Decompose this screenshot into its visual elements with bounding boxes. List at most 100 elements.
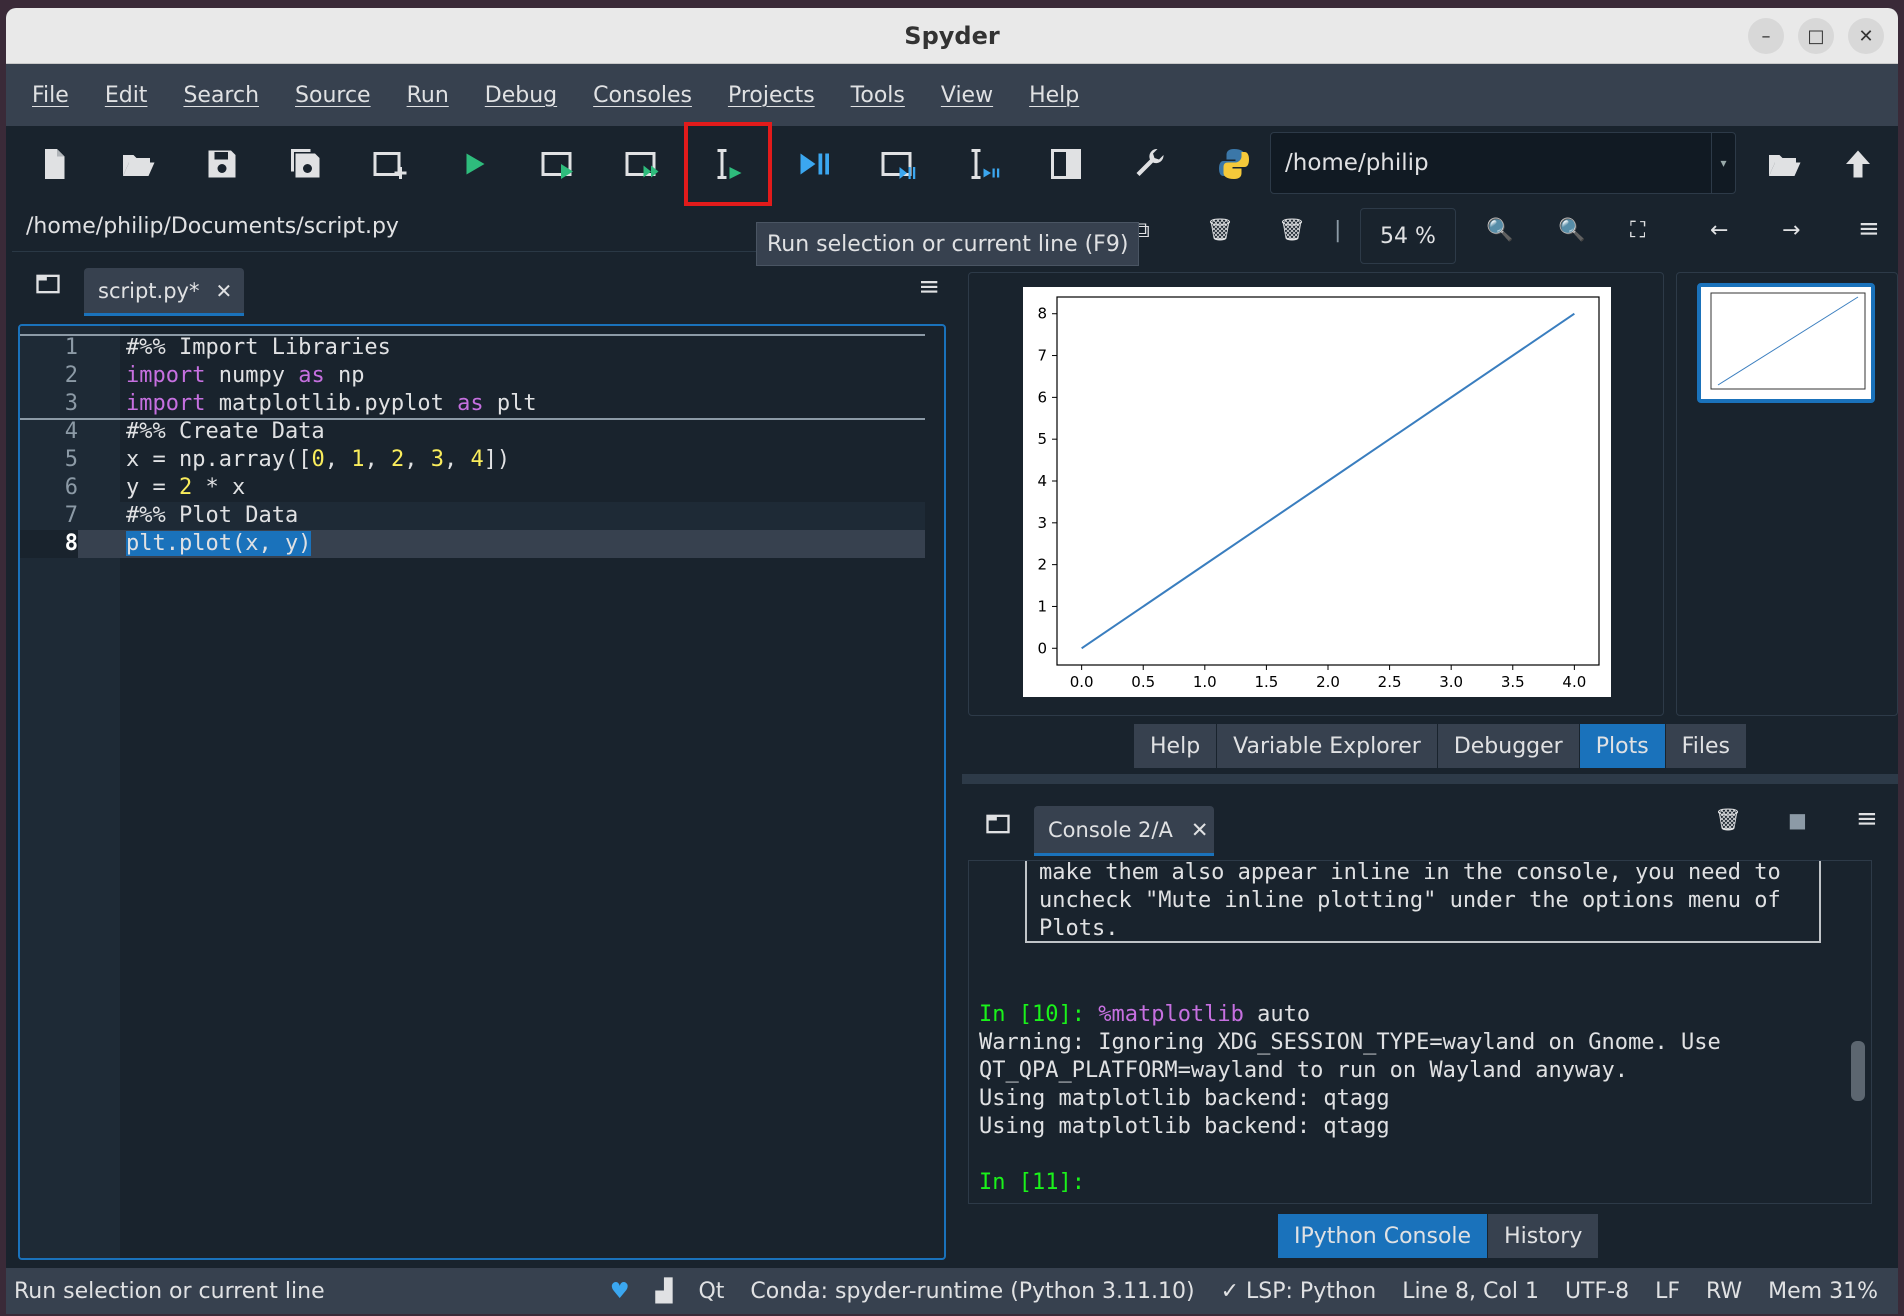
run-cell-icon: [541, 152, 573, 179]
menu-help[interactable]: Help: [1029, 83, 1079, 108]
stop-icon[interactable]: ■: [1788, 808, 1807, 832]
run-selection-icon: [717, 149, 742, 179]
run-file-button[interactable]: [444, 134, 504, 194]
zoom-in-icon[interactable]: 🔍: [1558, 218, 1585, 243]
status-conda[interactable]: Conda: spyder-runtime (Python 3.11.10): [750, 1279, 1194, 1304]
plots-toolbar: Run selection or current line (F9) ⧉ 🗑 🗑…: [756, 202, 1898, 266]
browse-tabs-icon[interactable]: [984, 810, 1012, 842]
browse-directory-button[interactable]: [1754, 134, 1814, 194]
python-path-manager-button[interactable]: [1204, 134, 1264, 194]
check-icon: ✓: [1220, 1278, 1240, 1304]
y-tick-label: 5: [1037, 430, 1047, 448]
tab-label: script.py*: [98, 278, 200, 303]
arrow-left-icon[interactable]: ←: [1710, 218, 1728, 243]
debug-file-button[interactable]: [784, 134, 844, 194]
maximize-pane-button[interactable]: [1036, 134, 1096, 194]
new-file-button[interactable]: [24, 134, 84, 194]
trash-icon[interactable]: 🗑: [1714, 808, 1742, 833]
console-output: In [10]: %matplotlib auto Warning: Ignori…: [979, 1001, 1721, 1197]
run-selection-button[interactable]: [684, 122, 772, 206]
menu-run[interactable]: Run: [407, 83, 449, 108]
tooltip: Run selection or current line (F9): [756, 222, 1140, 266]
minimize-button[interactable]: –: [1748, 18, 1784, 54]
new-cell-button[interactable]: [360, 134, 420, 194]
console-text: Using matplotlib backend: qtagg: [979, 1086, 1390, 1111]
code-line: 3 import matplotlib.pyplot as plt: [64, 391, 537, 416]
tab-ipython-console[interactable]: IPython Console: [1278, 1214, 1489, 1258]
parent-directory-button[interactable]: [1828, 134, 1888, 194]
arrow-right-icon[interactable]: →: [1782, 218, 1800, 243]
plots-options-menu-icon[interactable]: ≡: [1858, 214, 1880, 244]
close-icon[interactable]: ✕: [215, 279, 232, 303]
chevron-down-icon[interactable]: ▾: [1711, 133, 1735, 193]
x-tick-label: 1.5: [1254, 673, 1278, 691]
code-editor[interactable]: 1 #%% Import Libraries 2 import numpy as n…: [18, 324, 946, 1260]
editor-options-menu-icon[interactable]: ≡: [918, 272, 940, 302]
folder-open-icon: [123, 155, 155, 176]
trash-icon[interactable]: 🗑: [1206, 218, 1234, 243]
pane-splitter[interactable]: [952, 202, 960, 1260]
debug-selection-icon: [971, 149, 1000, 179]
y-tick-label: 0: [1037, 639, 1047, 657]
zoom-out-icon[interactable]: 🔍: [1486, 218, 1513, 243]
menu-tools[interactable]: Tools: [851, 83, 905, 108]
console-options-menu-icon[interactable]: ≡: [1856, 804, 1878, 834]
status-lsp[interactable]: LSP: Python: [1246, 1279, 1376, 1304]
chart-icon[interactable]: ▟: [656, 1279, 673, 1304]
menu-edit[interactable]: Edit: [105, 83, 148, 108]
run-cell-advance-button[interactable]: [612, 134, 672, 194]
code-line: 4 #%% Create Data: [64, 419, 325, 444]
menu-source[interactable]: Source: [295, 83, 371, 108]
ipython-console[interactable]: make them also appear inline in the cons…: [968, 860, 1872, 1204]
working-directory-value: /home/philip: [1285, 150, 1429, 176]
status-qt: Qt: [698, 1278, 725, 1304]
tab-variable-explorer[interactable]: Variable Explorer: [1217, 724, 1438, 768]
main-toolbar: /home/philip ▾: [6, 122, 1898, 206]
plot-thumbnail[interactable]: [1697, 283, 1875, 403]
editor-pane: /home/philip/Documents/script.py script.…: [12, 202, 950, 1260]
menu-projects[interactable]: Projects: [728, 83, 815, 108]
console-scrollbar[interactable]: [1851, 871, 1865, 1195]
trash-all-icon[interactable]: 🗑: [1278, 218, 1306, 243]
console-prompt: In [10]:: [979, 1002, 1099, 1027]
preferences-button[interactable]: [1120, 134, 1180, 194]
debug-selection-button[interactable]: [952, 134, 1012, 194]
close-icon[interactable]: ✕: [1191, 818, 1209, 842]
debug-cell-button[interactable]: [868, 134, 928, 194]
menu-file[interactable]: File: [32, 83, 69, 108]
run-cell-button[interactable]: [528, 134, 588, 194]
tab-console-2a[interactable]: Console 2/A ✕: [1034, 806, 1214, 856]
tab-debugger[interactable]: Debugger: [1437, 724, 1580, 768]
save-all-button[interactable]: [276, 134, 336, 194]
save-button[interactable]: [192, 134, 252, 194]
working-directory-combo[interactable]: /home/philip ▾: [1270, 132, 1736, 194]
menu-debug[interactable]: Debug: [485, 83, 557, 108]
title-bar: Spyder – □ ✕: [6, 8, 1898, 64]
plots-pane: Run selection or current line (F9) ⧉ 🗑 🗑…: [756, 202, 1898, 776]
menu-search[interactable]: Search: [183, 83, 259, 108]
open-file-button[interactable]: [108, 134, 168, 194]
browse-tabs-icon[interactable]: [34, 270, 62, 302]
fit-plot-icon[interactable]: ⛶: [1630, 218, 1645, 243]
menu-consoles[interactable]: Consoles: [593, 83, 692, 108]
y-tick-label: 7: [1037, 347, 1047, 365]
plot-viewer[interactable]: 0.0 0.5 1.0 1.5 2.0 2.5 3.0 3.5 4.0 0 1 2 3 4 5 6 7 8: [968, 272, 1664, 716]
tab-script-py[interactable]: script.py* ✕: [84, 268, 244, 316]
new-file-icon: [45, 149, 65, 179]
heart-icon[interactable]: ♥: [610, 1279, 630, 1304]
pane-splitter-horizontal[interactable]: [962, 774, 1898, 784]
tab-files[interactable]: Files: [1665, 724, 1747, 768]
tab-plots[interactable]: Plots: [1579, 724, 1666, 768]
maximize-button[interactable]: □: [1798, 18, 1834, 54]
spyder-window: Spyder – □ ✕ File Edit Search Source Run…: [6, 8, 1898, 1314]
tab-history[interactable]: History: [1488, 1214, 1600, 1258]
close-button[interactable]: ✕: [1848, 18, 1884, 54]
plot-thumbnails: [1676, 272, 1898, 716]
zoom-level[interactable]: 54 %: [1360, 208, 1456, 264]
tab-help[interactable]: Help: [1134, 724, 1218, 768]
python-logo-icon: [1219, 149, 1249, 179]
console-text: auto: [1243, 1002, 1311, 1027]
new-cell-icon: [373, 152, 407, 179]
console-text: Plots.: [1039, 916, 1119, 941]
menu-view[interactable]: View: [941, 83, 993, 108]
